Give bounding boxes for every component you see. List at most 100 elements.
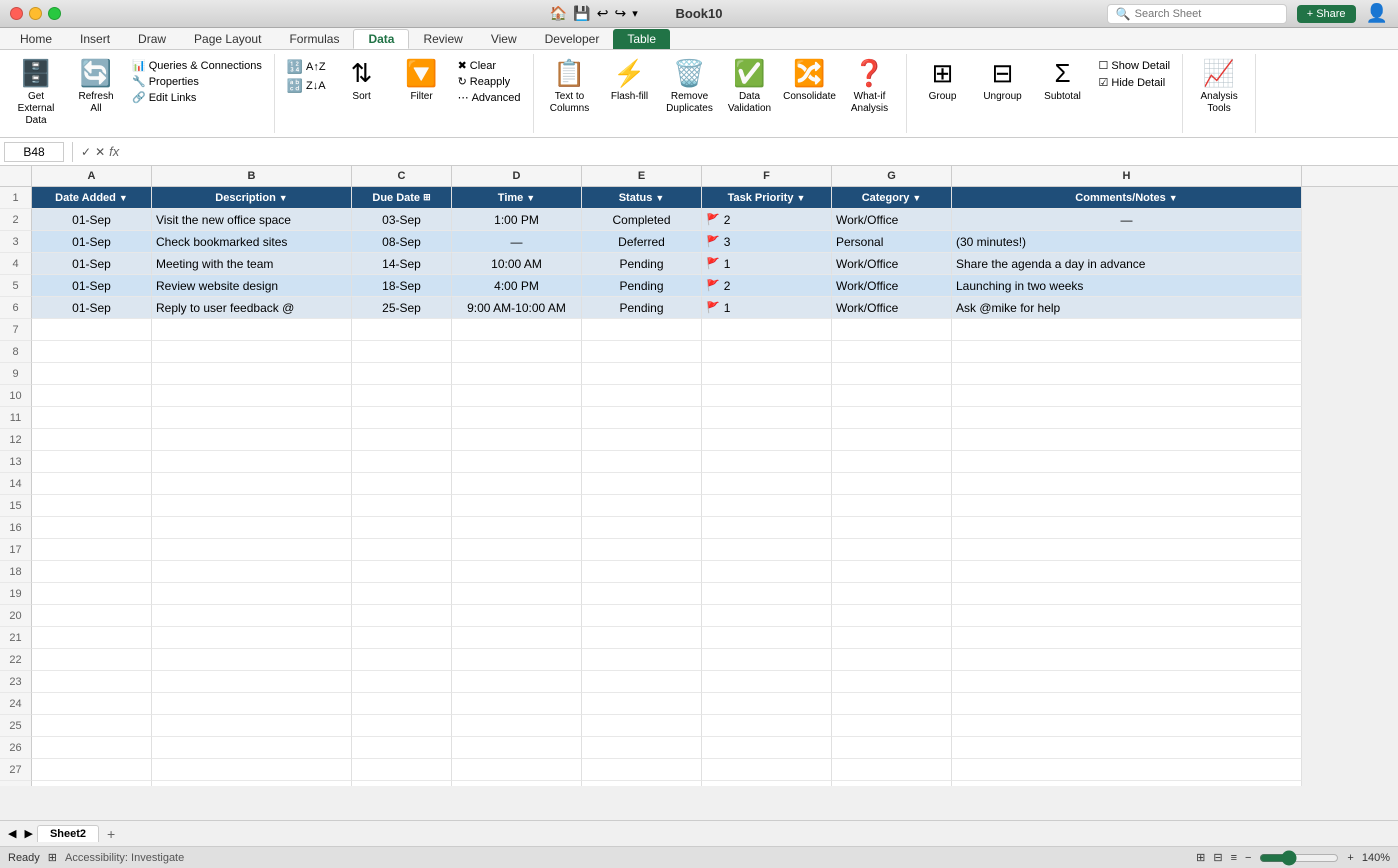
cell-F5[interactable]: 🚩 2 — [702, 275, 832, 297]
more-icon[interactable]: ▾ — [632, 7, 638, 20]
get-external-data-button[interactable]: 🗄️ Get External Data — [8, 54, 64, 131]
cell-E8[interactable] — [582, 341, 702, 363]
cell-G19[interactable] — [832, 583, 952, 605]
cell-D2[interactable]: 1:00 PM — [452, 209, 582, 231]
cell-G11[interactable] — [832, 407, 952, 429]
tab-insert[interactable]: Insert — [66, 29, 124, 49]
cell-B12[interactable] — [152, 429, 352, 451]
tab-table[interactable]: Table — [613, 29, 670, 49]
cell-G23[interactable] — [832, 671, 952, 693]
cell-B21[interactable] — [152, 627, 352, 649]
cell-B3[interactable]: Check bookmarked sites — [152, 231, 352, 253]
cell-G3[interactable]: Personal — [832, 231, 952, 253]
cell-D5[interactable]: 4:00 PM — [452, 275, 582, 297]
cell-A20[interactable] — [32, 605, 152, 627]
sort-za-button[interactable]: 🔡 Z↓A — [283, 77, 330, 95]
cell-E28[interactable] — [582, 781, 702, 786]
cell-E12[interactable] — [582, 429, 702, 451]
cell-G25[interactable] — [832, 715, 952, 737]
cell-E13[interactable] — [582, 451, 702, 473]
cell-D21[interactable] — [452, 627, 582, 649]
cell-E2[interactable]: Completed — [582, 209, 702, 231]
search-input[interactable] — [1135, 8, 1255, 20]
cell-reference-box[interactable] — [4, 142, 64, 162]
cell-H9[interactable] — [952, 363, 1302, 385]
cell-F3[interactable]: 🚩 3 — [702, 231, 832, 253]
cell-A3[interactable]: 01-Sep — [32, 231, 152, 253]
group-button[interactable]: ⊞ Group — [915, 54, 971, 107]
cell-D7[interactable] — [452, 319, 582, 341]
refresh-all-button[interactable]: 🔄 Refresh All — [68, 54, 124, 119]
cell-C16[interactable] — [352, 517, 452, 539]
cell-A10[interactable] — [32, 385, 152, 407]
cell-H28[interactable] — [952, 781, 1302, 786]
cell-E14[interactable] — [582, 473, 702, 495]
tab-review[interactable]: Review — [409, 29, 476, 49]
cell-A5[interactable]: 01-Sep — [32, 275, 152, 297]
cell-G16[interactable] — [832, 517, 952, 539]
tab-view[interactable]: View — [477, 29, 531, 49]
cell-D1[interactable]: Time ▼ — [452, 187, 582, 209]
cell-B27[interactable] — [152, 759, 352, 781]
cell-G6[interactable]: Work/Office — [832, 297, 952, 319]
cell-C8[interactable] — [352, 341, 452, 363]
cell-B8[interactable] — [152, 341, 352, 363]
cell-B26[interactable] — [152, 737, 352, 759]
cell-D26[interactable] — [452, 737, 582, 759]
user-icon[interactable]: 👤 — [1366, 3, 1388, 24]
edit-links-button[interactable]: 🔗 Edit Links — [128, 90, 266, 105]
cell-A1[interactable]: Date Added ▼ — [32, 187, 152, 209]
consolidate-button[interactable]: 🔀 Consolidate — [782, 54, 838, 107]
cell-F14[interactable] — [702, 473, 832, 495]
cell-B10[interactable] — [152, 385, 352, 407]
cell-H19[interactable] — [952, 583, 1302, 605]
cell-D28[interactable] — [452, 781, 582, 786]
col-header-E[interactable]: E — [582, 166, 702, 186]
subtotal-button[interactable]: Σ Subtotal — [1035, 54, 1091, 107]
share-button[interactable]: + Share — [1297, 5, 1356, 23]
cell-G15[interactable] — [832, 495, 952, 517]
tab-data[interactable]: Data — [353, 29, 409, 49]
sort-az-button[interactable]: 🔢 A↑Z — [283, 58, 330, 76]
remove-duplicates-button[interactable]: 🗑️ Remove Duplicates — [662, 54, 718, 119]
col-header-C[interactable]: C — [352, 166, 452, 186]
cell-G12[interactable] — [832, 429, 952, 451]
cell-H26[interactable] — [952, 737, 1302, 759]
filter-B-icon[interactable]: ▼ — [279, 193, 288, 203]
cell-H11[interactable] — [952, 407, 1302, 429]
cell-A13[interactable] — [32, 451, 152, 473]
cell-B11[interactable] — [152, 407, 352, 429]
cell-F20[interactable] — [702, 605, 832, 627]
undo-icon[interactable]: ↩ — [597, 5, 609, 22]
tab-developer[interactable]: Developer — [531, 29, 614, 49]
cell-H16[interactable] — [952, 517, 1302, 539]
cell-H1[interactable]: Comments/Notes ▼ — [952, 187, 1302, 209]
properties-button[interactable]: 🔧 Properties — [128, 74, 266, 89]
cell-F22[interactable] — [702, 649, 832, 671]
cell-E25[interactable] — [582, 715, 702, 737]
cell-A14[interactable] — [32, 473, 152, 495]
cell-A18[interactable] — [32, 561, 152, 583]
cell-B17[interactable] — [152, 539, 352, 561]
cell-G18[interactable] — [832, 561, 952, 583]
filter-F-icon[interactable]: ▼ — [796, 193, 805, 203]
cell-C2[interactable]: 03-Sep — [352, 209, 452, 231]
cell-D4[interactable]: 10:00 AM — [452, 253, 582, 275]
cell-D25[interactable] — [452, 715, 582, 737]
cell-C20[interactable] — [352, 605, 452, 627]
cell-E10[interactable] — [582, 385, 702, 407]
cell-H10[interactable] — [952, 385, 1302, 407]
cell-B25[interactable] — [152, 715, 352, 737]
close-button[interactable] — [10, 7, 23, 20]
filter-D-icon[interactable]: ▼ — [526, 193, 535, 203]
show-detail-button[interactable]: ☐ Show Detail — [1095, 58, 1175, 73]
cell-A26[interactable] — [32, 737, 152, 759]
cell-D19[interactable] — [452, 583, 582, 605]
cell-B13[interactable] — [152, 451, 352, 473]
cell-B5[interactable]: Review website design — [152, 275, 352, 297]
cell-D13[interactable] — [452, 451, 582, 473]
cell-C27[interactable] — [352, 759, 452, 781]
cell-A17[interactable] — [32, 539, 152, 561]
what-if-button[interactable]: ❓ What-if Analysis — [842, 54, 898, 119]
cell-A24[interactable] — [32, 693, 152, 715]
